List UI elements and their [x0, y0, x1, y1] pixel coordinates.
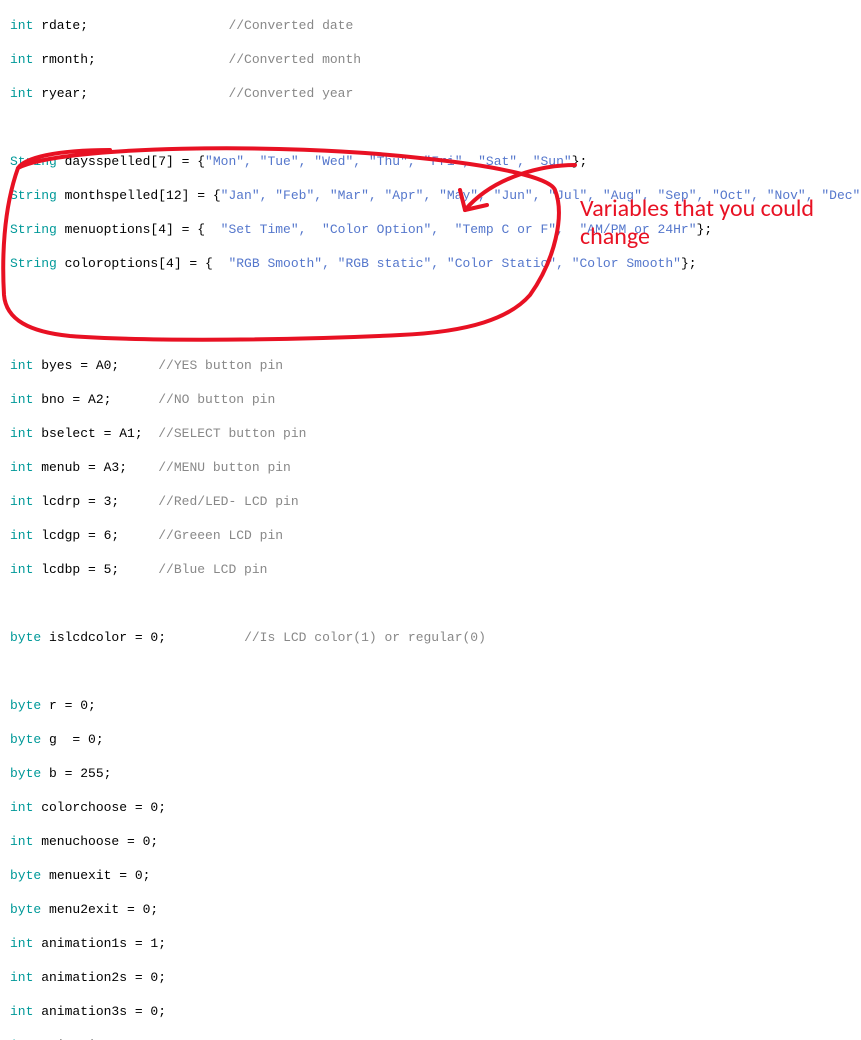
code-line: int lcdbp = 5; //Blue LCD pin	[10, 561, 861, 578]
code-block: int rdate; //Converted date int rmonth; …	[0, 0, 861, 1040]
code-line: byte b = 255;	[10, 765, 861, 782]
code-line: byte menu2exit = 0;	[10, 901, 861, 918]
code-line: int byes = A0; //YES button pin	[10, 357, 861, 374]
code-line: int bno = A2; //NO button pin	[10, 391, 861, 408]
code-line: String coloroptions[4] = { "RGB Smooth",…	[10, 255, 861, 272]
blank-line	[10, 663, 861, 680]
code-line: int colorchoose = 0;	[10, 799, 861, 816]
blank-line	[10, 323, 861, 340]
callout-text: Variables that you could change	[580, 195, 814, 251]
code-line: int menuchoose = 0;	[10, 833, 861, 850]
code-line: int animation3s = 0;	[10, 1003, 861, 1020]
callout-line2: change	[580, 223, 814, 251]
code-line: int animation1s = 1;	[10, 935, 861, 952]
code-line: int menub = A3; //MENU button pin	[10, 459, 861, 476]
code-line: String daysspelled[7] = {"Mon", "Tue", "…	[10, 153, 861, 170]
callout-line1: Variables that you could	[580, 195, 814, 223]
code-line: byte menuexit = 0;	[10, 867, 861, 884]
code-line: int rdate; //Converted date	[10, 17, 861, 34]
blank-line	[10, 119, 861, 136]
code-line: int ryear; //Converted year	[10, 85, 861, 102]
blank-line	[10, 595, 861, 612]
code-line: int lcdgp = 6; //Greeen LCD pin	[10, 527, 861, 544]
code-line: byte r = 0;	[10, 697, 861, 714]
blank-line	[10, 289, 861, 306]
code-line: int bselect = A1; //SELECT button pin	[10, 425, 861, 442]
code-line: byte islcdcolor = 0; //Is LCD color(1) o…	[10, 629, 861, 646]
code-line: int lcdrp = 3; //Red/LED- LCD pin	[10, 493, 861, 510]
code-line: int animation4s = 0;	[10, 1037, 861, 1040]
code-line: byte g = 0;	[10, 731, 861, 748]
code-line: int animation2s = 0;	[10, 969, 861, 986]
code-line: int rmonth; //Converted month	[10, 51, 861, 68]
